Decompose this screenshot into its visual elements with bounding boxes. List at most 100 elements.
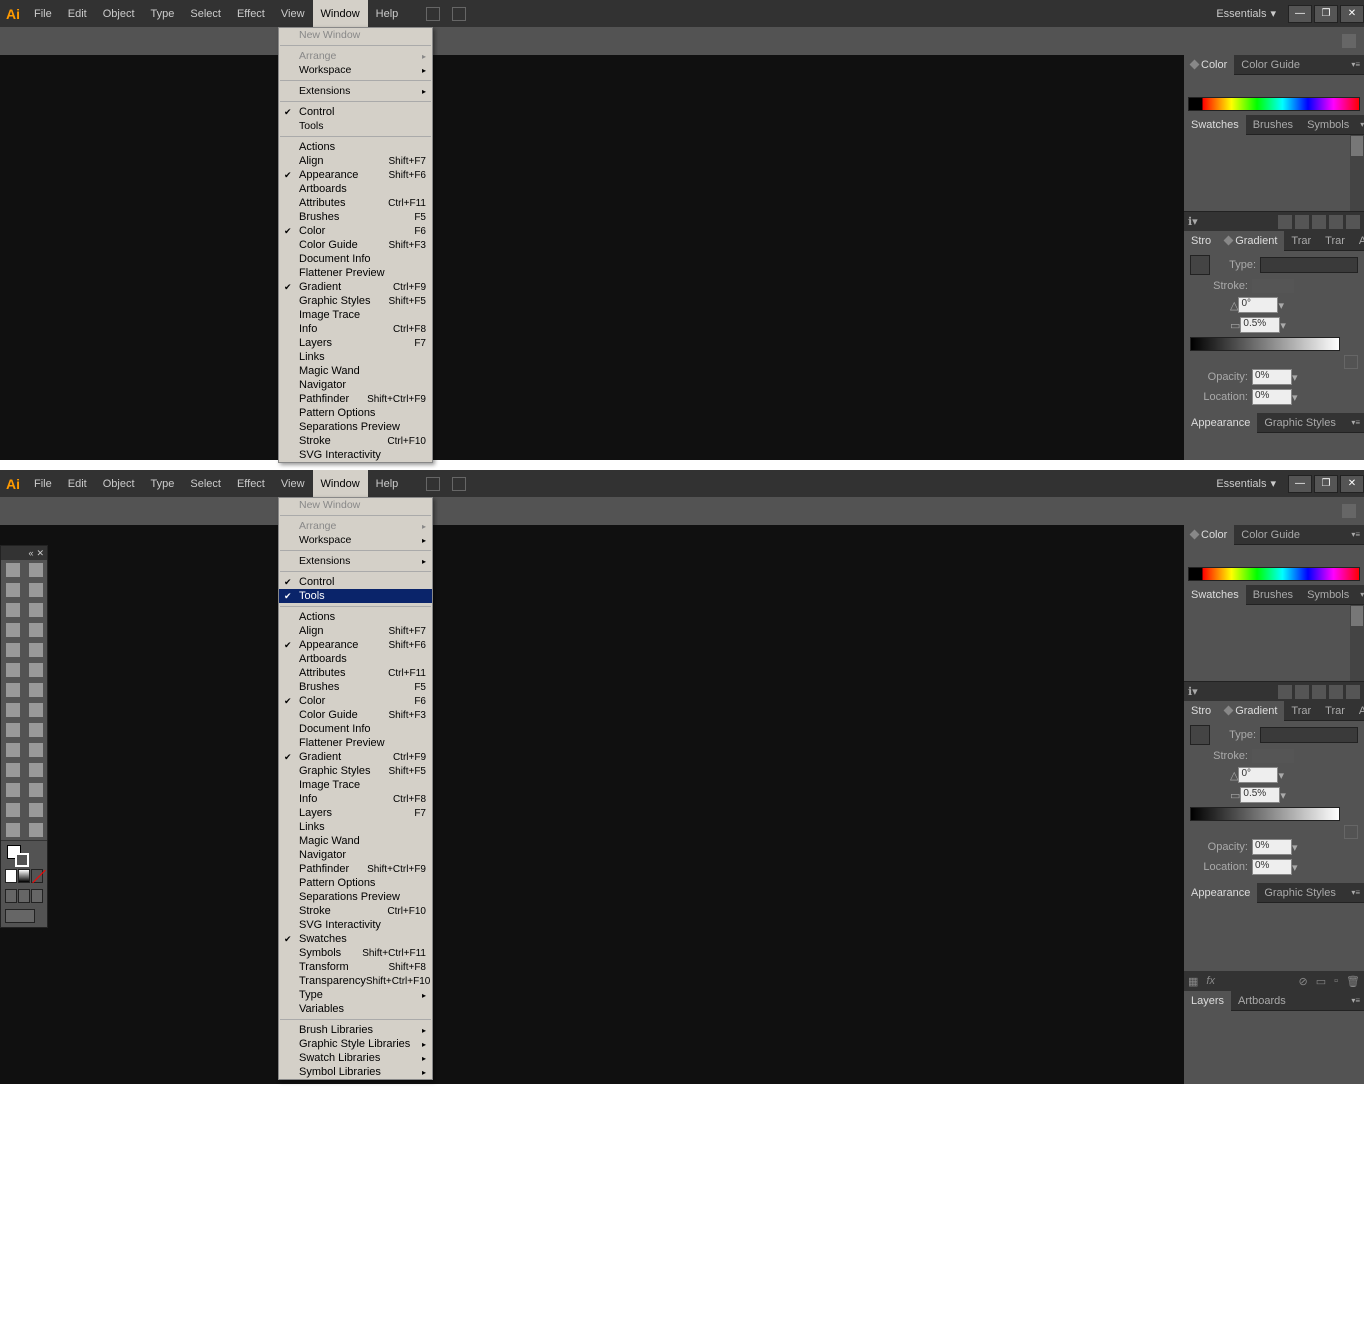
tab-symbols[interactable]: Symbols <box>1300 585 1356 605</box>
gradient-mode-icon[interactable] <box>18 869 30 883</box>
mi-links[interactable]: Links <box>279 350 432 364</box>
canvas[interactable] <box>0 525 1184 1084</box>
type-tool[interactable] <box>24 600 47 620</box>
clear-icon[interactable]: ⊘ <box>1299 975 1308 988</box>
artboard-tool[interactable] <box>1 800 24 820</box>
mi-pathfinder[interactable]: PathfinderShift+Ctrl+F9 <box>279 862 432 876</box>
restore-button[interactable]: ❐ <box>1314 5 1338 23</box>
menu-effect[interactable]: Effect <box>229 0 273 27</box>
panel-collapse-icon[interactable] <box>1342 34 1356 48</box>
tab-transparency[interactable]: Trar <box>1284 701 1318 721</box>
menu-type[interactable]: Type <box>143 470 183 497</box>
opacity-input[interactable]: 0% <box>1252 369 1292 385</box>
stroke-within-icon[interactable] <box>1252 749 1266 763</box>
angle-input[interactable]: 0° <box>1238 297 1278 313</box>
tab-transform[interactable]: Trar <box>1318 231 1352 251</box>
mi-actions[interactable]: Actions <box>279 610 432 624</box>
screen-mode-icon[interactable] <box>5 909 35 923</box>
panel-menu-icon[interactable]: ▾≡ <box>1356 120 1364 129</box>
appearance-thumb-icon[interactable]: ▦ <box>1188 975 1198 988</box>
delete-icon[interactable]: 🗑 <box>1346 975 1360 988</box>
tab-gradient[interactable]: Gradient <box>1218 231 1284 251</box>
mi-info[interactable]: InfoCtrl+F8 <box>279 322 432 336</box>
mi-tools[interactable]: Tools <box>279 119 432 133</box>
pen-tool[interactable] <box>1 600 24 620</box>
blob-brush-tool[interactable] <box>1 660 24 680</box>
gradient-type-select[interactable] <box>1260 257 1358 273</box>
mi-navigator[interactable]: Navigator <box>279 378 432 392</box>
menu-help[interactable]: Help <box>368 0 407 27</box>
mi-attributes[interactable]: AttributesCtrl+F11 <box>279 196 432 210</box>
gradient-ramp[interactable] <box>1190 337 1340 351</box>
selection-tool[interactable] <box>1 560 24 580</box>
delete-swatch-icon[interactable] <box>1346 215 1360 229</box>
menu-edit[interactable]: Edit <box>60 0 95 27</box>
tab-swatches[interactable]: Swatches <box>1184 585 1246 605</box>
new-swatch-icon[interactable] <box>1329 685 1343 699</box>
mi-symbols[interactable]: SymbolsShift+Ctrl+F11 <box>279 946 432 960</box>
mi-pathfinder[interactable]: PathfinderShift+Ctrl+F9 <box>279 392 432 406</box>
mi-tools[interactable]: ✔Tools <box>279 589 432 603</box>
width-tool[interactable] <box>1 700 24 720</box>
mi-brushes[interactable]: BrushesF5 <box>279 680 432 694</box>
mi-graphic-styles[interactable]: Graphic StylesShift+F5 <box>279 764 432 778</box>
mi-image-trace[interactable]: Image Trace <box>279 778 432 792</box>
location-input[interactable]: 0% <box>1252 859 1292 875</box>
panel-collapse-icon[interactable] <box>1342 504 1356 518</box>
mi-gradient[interactable]: ✔GradientCtrl+F9 <box>279 280 432 294</box>
tab-color-guide[interactable]: Color Guide <box>1234 525 1307 545</box>
doc-arrange-icon[interactable] <box>452 477 466 491</box>
mi-workspace[interactable]: Workspace <box>279 63 432 77</box>
menu-edit[interactable]: Edit <box>60 470 95 497</box>
mi-transparency[interactable]: TransparencyShift+Ctrl+F10 <box>279 974 432 988</box>
canvas[interactable] <box>0 55 1184 460</box>
tab-transform[interactable]: Trar <box>1318 701 1352 721</box>
scale-tool[interactable] <box>24 680 47 700</box>
doc-arrange-icon[interactable] <box>452 7 466 21</box>
tab-swatches[interactable]: Swatches <box>1184 115 1246 135</box>
draw-behind-icon[interactable] <box>18 889 30 903</box>
mesh-tool[interactable] <box>1 740 24 760</box>
new-group-icon[interactable] <box>1312 685 1326 699</box>
aspect-input[interactable]: 0.5% <box>1240 787 1280 803</box>
duplicate-icon[interactable]: ▭ <box>1316 975 1326 988</box>
gradient-preview[interactable] <box>1190 725 1210 745</box>
panel-menu-icon[interactable]: ▾≡ <box>1356 590 1364 599</box>
mi-layers[interactable]: LayersF7 <box>279 806 432 820</box>
mi-transform[interactable]: TransformShift+F8 <box>279 960 432 974</box>
menu-window[interactable]: Window <box>313 470 368 497</box>
aspect-input[interactable]: 0.5% <box>1240 317 1280 333</box>
menu-file[interactable]: File <box>26 470 60 497</box>
mi-align[interactable]: AlignShift+F7 <box>279 154 432 168</box>
swatch-options-icon[interactable] <box>1295 215 1309 229</box>
mi-magic-wand[interactable]: Magic Wand <box>279 834 432 848</box>
gradient-preview[interactable] <box>1190 255 1210 275</box>
mi-svg-interactivity[interactable]: SVG Interactivity <box>279 918 432 932</box>
mi-stroke[interactable]: StrokeCtrl+F10 <box>279 434 432 448</box>
mi-appearance[interactable]: ✔AppearanceShift+F6 <box>279 638 432 652</box>
tab-stroke[interactable]: Stro <box>1184 231 1218 251</box>
new-icon[interactable]: ▫ <box>1334 975 1338 987</box>
mi-graphic-styles[interactable]: Graphic StylesShift+F5 <box>279 294 432 308</box>
tab-color-guide[interactable]: Color Guide <box>1234 55 1307 75</box>
tab-layers[interactable]: Layers <box>1184 991 1231 1011</box>
menu-window[interactable]: Window <box>313 0 368 27</box>
color-spectrum[interactable] <box>1188 567 1360 581</box>
mi-artboards[interactable]: Artboards <box>279 182 432 196</box>
magic-wand-tool[interactable] <box>1 580 24 600</box>
location-input[interactable]: 0% <box>1252 389 1292 405</box>
rectangle-tool[interactable] <box>24 620 47 640</box>
color-spectrum[interactable] <box>1188 97 1360 111</box>
swatch-lib-icon[interactable]: ℹ▾ <box>1188 215 1198 228</box>
angle-input[interactable]: 0° <box>1238 767 1278 783</box>
mi-gradient[interactable]: ✔GradientCtrl+F9 <box>279 750 432 764</box>
mi-actions[interactable]: Actions <box>279 140 432 154</box>
menu-object[interactable]: Object <box>95 0 143 27</box>
mi-document-info[interactable]: Document Info <box>279 252 432 266</box>
minimize-button[interactable]: — <box>1288 5 1312 23</box>
paintbrush-tool[interactable] <box>1 640 24 660</box>
tab-artboards[interactable]: Artboards <box>1231 991 1293 1011</box>
workspace-switcher[interactable]: Essentials▾ <box>1206 7 1286 20</box>
scrollbar[interactable] <box>1350 135 1364 211</box>
tab-gradient[interactable]: Gradient <box>1218 701 1284 721</box>
